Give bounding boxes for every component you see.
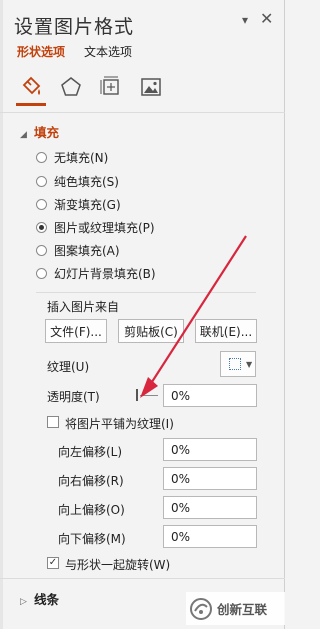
watermark-logo-icon [190,597,212,620]
watermark: 创新互联 [186,592,285,625]
format-picture-pane: 设置图片格式 ▾ ✕ 形状选项 文本选项 ◢ 填充 无填充(N) 纯色填充(S)… [0,0,285,629]
annotation-arrow [140,235,247,398]
watermark-text: 创新互联 [217,602,268,617]
